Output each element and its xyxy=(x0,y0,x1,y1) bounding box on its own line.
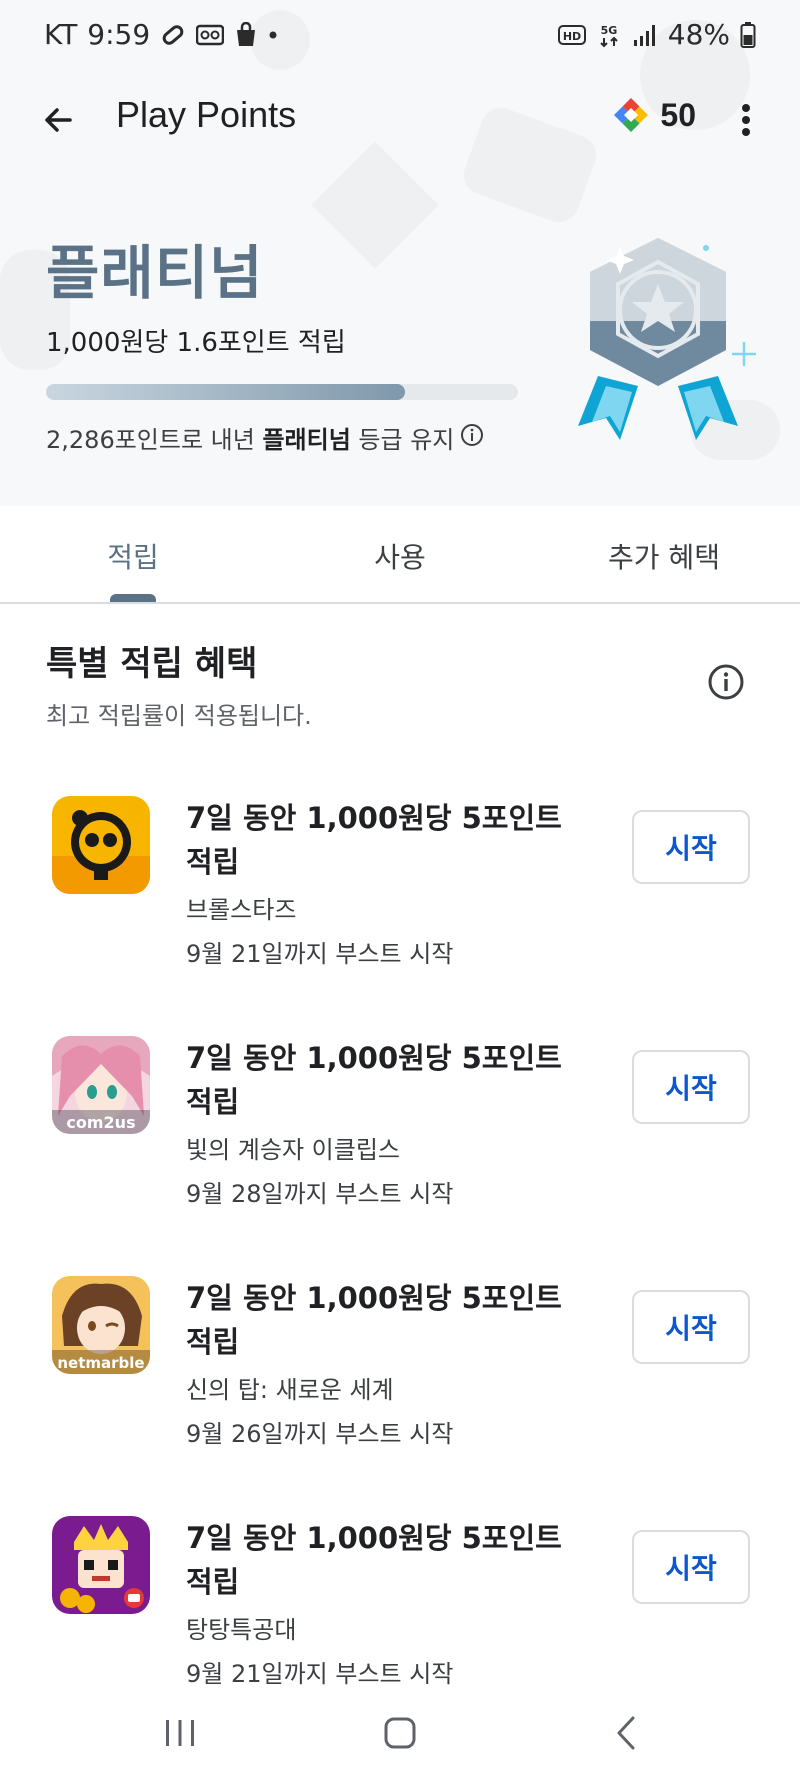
tier-maintain-text: 2,286포인트로 내년 플래티넘 등급 유지 xyxy=(46,420,484,455)
carrier-label: KT xyxy=(44,18,78,51)
battery-icon xyxy=(740,21,756,49)
offer-app-name: 신의 탑: 새로운 세계 xyxy=(186,1376,394,1404)
maintain-suffix: 등급 유지 xyxy=(350,426,455,454)
maintain-prefix: 2,286포인트로 내년 xyxy=(46,426,263,454)
offer-item[interactable]: com2us 7일 동안 1,000원당 5포인트 적립 빛의 계승자 이클립스… xyxy=(0,1036,800,1256)
svg-text:HD: HD xyxy=(563,30,581,43)
points-value: 50 xyxy=(660,96,696,133)
system-nav-bar xyxy=(0,1690,800,1778)
offer-app-name: 빛의 계승자 이클립스 xyxy=(186,1136,400,1164)
voicemail-icon xyxy=(196,24,225,46)
dot-icon xyxy=(268,30,278,40)
tab-bar: 적립 사용 추가 혜택 xyxy=(0,506,800,604)
com2us-logo: com2us xyxy=(66,1113,135,1132)
home-icon xyxy=(384,1717,416,1749)
section-info-icon[interactable] xyxy=(706,662,746,702)
play-points-icon xyxy=(614,98,649,132)
offer-title: 7일 동안 1,000원당 5포인트 적립 xyxy=(186,801,562,879)
offer-deadline: 9월 21일까지 부스트 시작 xyxy=(186,1660,454,1688)
app-bar: Play Points 50 xyxy=(0,80,800,160)
signal-icon xyxy=(632,22,658,48)
tower-of-god-app-icon: netmarble xyxy=(52,1276,150,1374)
offer-deadline: 9월 26일까지 부스트 시작 xyxy=(186,1420,454,1448)
offer-title: 7일 동안 1,000원당 5포인트 적립 xyxy=(186,1041,562,1119)
nav-back-button[interactable] xyxy=(596,1708,656,1758)
tangtang-app-icon xyxy=(52,1516,150,1614)
tab-earn[interactable]: 적립 xyxy=(88,536,178,576)
5g-icon: 5G xyxy=(596,22,622,48)
points-balance[interactable]: 50 xyxy=(612,96,696,134)
recent-apps-button[interactable] xyxy=(150,1708,210,1758)
back-button[interactable] xyxy=(30,92,86,148)
section-subtitle: 최고 적립률이 적용됩니다. xyxy=(46,702,312,730)
clock: 9:59 xyxy=(87,18,151,51)
start-button[interactable]: 시작 xyxy=(632,1050,750,1124)
offer-title: 7일 동안 1,000원당 5포인트 적립 xyxy=(186,1521,562,1599)
offer-deadline: 9월 28일까지 부스트 시작 xyxy=(186,1180,454,1208)
recent-apps-icon xyxy=(166,1720,194,1746)
platinum-medal-icon xyxy=(558,226,758,456)
play-points-screen: KT 9:59 HD 5G 48% Play Points 50 플래티넘 1,… xyxy=(0,0,800,1778)
tier-earn-rate: 1,000원당 1.6포인트 적립 xyxy=(46,328,346,358)
offer-item[interactable]: 7일 동안 1,000원당 5포인트 적립 브롤스타즈 9월 21일까지 부스트… xyxy=(0,796,800,1016)
offer-item[interactable]: netmarble 7일 동안 1,000원당 5포인트 적립 신의 탑: 새로… xyxy=(0,1276,800,1496)
brawl-stars-app-icon xyxy=(52,796,150,894)
maintain-tier: 플래티넘 xyxy=(262,426,351,454)
section-title: 특별 적립 혜택 xyxy=(46,644,258,684)
tab-extra-benefits[interactable]: 추가 혜택 xyxy=(594,536,734,576)
svg-text:5G: 5G xyxy=(600,24,617,37)
link-icon xyxy=(160,22,186,48)
tier-progress-bar xyxy=(46,384,518,400)
chevron-left-icon xyxy=(617,1716,635,1750)
tab-use[interactable]: 사용 xyxy=(355,536,445,576)
more-options-button[interactable] xyxy=(722,92,770,148)
offer-title: 7일 동안 1,000원당 5포인트 적립 xyxy=(186,1281,562,1359)
battery-percent: 48% xyxy=(667,18,730,51)
more-vert-icon xyxy=(742,104,750,136)
home-button[interactable] xyxy=(370,1708,430,1758)
status-bar: KT 9:59 HD 5G 48% xyxy=(0,0,800,72)
offer-app-name: 브롤스타즈 xyxy=(186,896,297,924)
netmarble-logo: netmarble xyxy=(57,1354,144,1372)
info-icon[interactable] xyxy=(460,423,484,453)
start-button[interactable]: 시작 xyxy=(632,1290,750,1364)
offer-deadline: 9월 21일까지 부스트 시작 xyxy=(186,940,454,968)
start-button[interactable]: 시작 xyxy=(632,1530,750,1604)
tier-name: 플래티넘 xyxy=(46,239,264,307)
offer-app-name: 탕탕특공대 xyxy=(186,1616,297,1644)
shopping-bag-icon xyxy=(234,21,258,48)
eclipse-app-icon: com2us xyxy=(52,1036,150,1134)
tier-progress-fill xyxy=(46,384,405,400)
start-button[interactable]: 시작 xyxy=(632,810,750,884)
arrow-back-icon xyxy=(45,108,72,132)
hd-icon: HD xyxy=(557,24,586,46)
tab-indicator xyxy=(110,594,156,602)
page-title: Play Points xyxy=(116,94,297,135)
